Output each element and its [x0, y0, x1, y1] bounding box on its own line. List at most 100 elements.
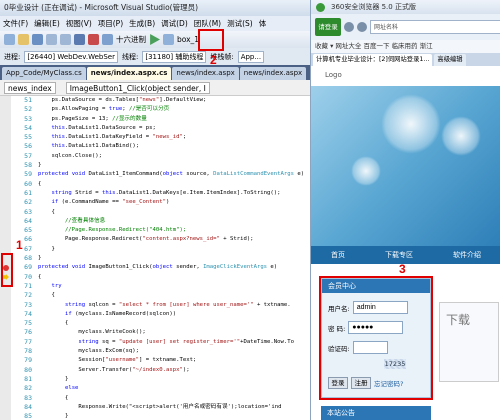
code-line[interactable]: string sqlcon = "select * from [user] wh…	[38, 301, 310, 310]
code-line[interactable]: {	[38, 394, 310, 403]
menu-file[interactable]: 文件(F)	[0, 16, 31, 31]
code-editor[interactable]: 51 52 53 54 55 56 57 58 59 60 61 62 63 64 65 66 67 68 69 70…	[0, 96, 310, 420]
code-line[interactable]: this.DataList1.DataKeyField = "news_id";	[38, 133, 310, 142]
code-line[interactable]: ps.PageSize = 13; //显示的数量	[38, 115, 310, 124]
dandelion-decoration	[441, 116, 481, 156]
site-nav-home[interactable]: 首页	[331, 250, 345, 260]
tab-index-aspx-2[interactable]: news/index.aspx	[239, 67, 307, 80]
code-line[interactable]: myclass.ExCom(sq);	[38, 347, 310, 356]
stack-combo[interactable]: App...	[237, 50, 265, 63]
browser-tab-editor[interactable]: 高级编辑	[434, 54, 466, 66]
site-nav-software[interactable]: 软件介绍	[453, 250, 481, 260]
menu-edit[interactable]: 编辑(E)	[31, 16, 63, 31]
new-project-icon[interactable]	[4, 34, 15, 45]
line-number: 68	[24, 254, 32, 263]
code-line[interactable]: this.DataList1.DataBind();	[38, 142, 310, 151]
code-line[interactable]: }	[38, 254, 310, 263]
code-line[interactable]: sqlcon.Close();	[38, 152, 310, 161]
pause-icon[interactable]	[74, 34, 85, 45]
code-line[interactable]: string sq = "update [user] set register_…	[38, 338, 310, 347]
hex-label[interactable]: 十六进制	[116, 34, 146, 45]
dandelion-decoration	[351, 156, 381, 186]
line-number: 59	[24, 170, 32, 179]
code-line[interactable]: }	[38, 161, 310, 170]
forward-icon[interactable]	[357, 22, 367, 32]
hero-banner	[311, 86, 500, 246]
code-line[interactable]: {	[38, 319, 310, 328]
address-input[interactable]: 网址名科	[370, 20, 500, 34]
line-number: 80	[24, 365, 32, 374]
tab-index-aspx-cs[interactable]: news/index.aspx.cs	[86, 67, 172, 80]
document-tabs: App_Code/MyClass.cs news/index.aspx.cs n…	[0, 65, 310, 80]
code-line[interactable]: protected void ImageButton1_Click(object…	[38, 263, 310, 272]
annotation-1: 1	[16, 238, 23, 252]
back-icon[interactable]	[344, 22, 354, 32]
code-line[interactable]: //Page.Response.Redirect("404.htm");	[38, 226, 310, 235]
code-line[interactable]: }	[38, 375, 310, 384]
line-number: 79	[24, 356, 32, 365]
browser-title-bar: 360安全浏览器 5.0 正式版	[311, 0, 500, 14]
tab-index-aspx[interactable]: news/index.aspx	[172, 67, 239, 80]
line-number: 51	[24, 96, 32, 104]
code-line[interactable]: Page.Response.Redirect("content.aspx?new…	[38, 235, 310, 244]
class-combo[interactable]: news_index	[4, 81, 56, 94]
line-number: 63	[24, 207, 32, 216]
line-number: 77	[24, 337, 32, 346]
menu-view[interactable]: 视图(V)	[63, 16, 95, 31]
code-line[interactable]: Session["username"] = txtname.Text;	[38, 356, 310, 365]
redo-icon[interactable]	[60, 34, 71, 45]
code-line[interactable]: {	[38, 208, 310, 217]
process-combo[interactable]: [26440] WebDev.WebSer	[24, 50, 118, 63]
site-nav-download[interactable]: 下载专区	[385, 250, 413, 260]
undo-icon[interactable]	[46, 34, 57, 45]
continue-icon[interactable]	[150, 34, 160, 45]
line-number: 84	[24, 402, 32, 411]
line-number: 56	[24, 142, 32, 151]
site-logo: Logo	[325, 71, 342, 79]
code-line[interactable]: }	[38, 412, 310, 420]
code-line[interactable]: this.DataList1.DataSource = ps;	[38, 124, 310, 133]
code-line[interactable]: ps.DataSource = ds.Tables["news"].Defaul…	[38, 96, 310, 105]
code-line[interactable]: }	[38, 245, 310, 254]
code-line[interactable]: try	[38, 282, 310, 291]
visual-studio-window: 0毕业设计 (正在调试) - Microsoft Visual Studio(管…	[0, 0, 310, 420]
code-line[interactable]: //查看具体信息	[38, 217, 310, 226]
browser-title: 360安全浏览器 5.0 正式版	[331, 3, 416, 11]
line-number: 76	[24, 328, 32, 337]
annotation-3: 3	[399, 262, 406, 276]
menu-test[interactable]: 测试(S)	[224, 16, 256, 31]
line-number: 70	[24, 272, 32, 281]
tab-myclass[interactable]: App_Code/MyClass.cs	[2, 67, 86, 80]
code-line[interactable]: myclass.WriteCook();	[38, 328, 310, 337]
menu-project[interactable]: 项目(P)	[95, 16, 126, 31]
line-number: 62	[24, 198, 32, 207]
member-combo[interactable]: ImageButton1_Click(object sender, I	[65, 81, 210, 94]
code-line[interactable]: {	[38, 180, 310, 189]
menu-more[interactable]: 体	[256, 16, 270, 31]
thread-combo[interactable]: [31180] 辅助线程	[142, 50, 207, 63]
menu-debug[interactable]: 调试(D)	[158, 16, 191, 31]
code-line[interactable]: Response.Write("<script>alert('用户名或密码有误'…	[38, 403, 310, 412]
browser-login-button[interactable]: 请登录	[315, 18, 341, 36]
code-line[interactable]: protected void DataList1_ItemCommand(obj…	[38, 170, 310, 179]
code-line[interactable]: Server.Transfer("~/index0.aspx");	[38, 366, 310, 375]
code-line[interactable]: {	[38, 273, 310, 282]
save-icon[interactable]	[32, 34, 43, 45]
favorites-bar[interactable]: 收藏 ▾ 网址大全 百度一下 临床用药 渐江	[311, 40, 500, 53]
find-target[interactable]: box_1	[177, 35, 199, 44]
find-icon[interactable]	[163, 34, 174, 45]
menu-build[interactable]: 生成(B)	[126, 16, 158, 31]
line-number: 81	[24, 374, 32, 383]
code-text[interactable]: ps.DataSource = ds.Tables["news"].Defaul…	[38, 96, 310, 420]
code-line[interactable]: ps.AllowPaging = true; //是否可以分页	[38, 105, 310, 114]
line-number: 55	[24, 133, 32, 142]
step-icon[interactable]	[102, 34, 113, 45]
code-line[interactable]: string Strid = this.DataList1.DataKeys[e…	[38, 189, 310, 198]
code-line[interactable]: if (myclass.IsNameRecord(sqlcon))	[38, 310, 310, 319]
code-line[interactable]: else	[38, 384, 310, 393]
code-line[interactable]: if (e.CommandName == "see_Content")	[38, 198, 310, 207]
stop-icon[interactable]	[88, 34, 99, 45]
code-line[interactable]: {	[38, 291, 310, 300]
open-icon[interactable]	[18, 34, 29, 45]
browser-tab-site[interactable]: 计算机专业毕业设计：[2]伺网站登录1...	[313, 54, 433, 66]
